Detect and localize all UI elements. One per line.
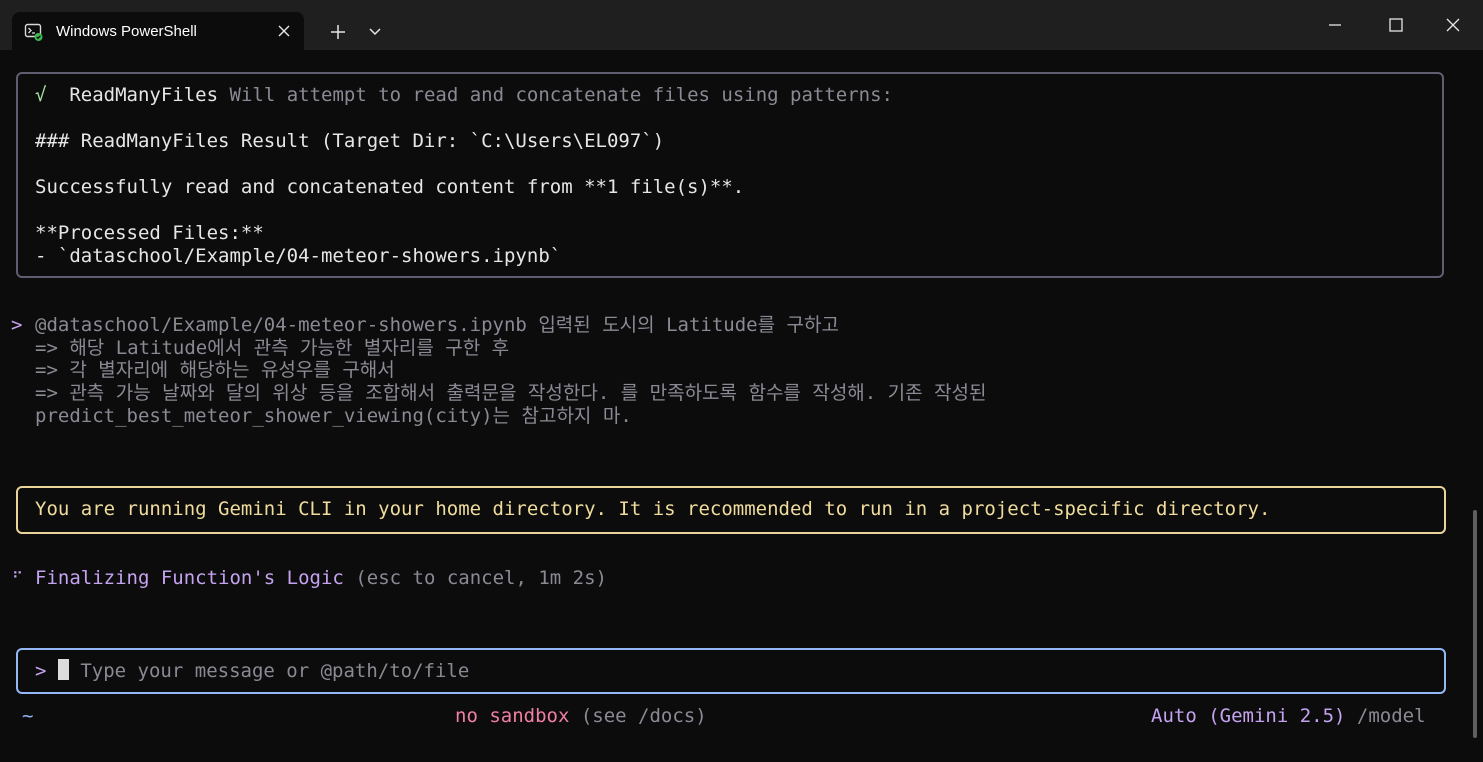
spinner-icon: ⠋ xyxy=(12,569,23,587)
user-prompt-line: => 해당 Latitude에서 관측 가능한 별자리를 구한 후 xyxy=(35,337,510,359)
message-input[interactable]: > Type your message or @path/to/file xyxy=(35,659,469,683)
result-heading: ### ReadManyFiles Result (Target Dir: `C… xyxy=(35,130,665,152)
user-prompt-line: @dataschool/Example/04-meteor-showers.ip… xyxy=(35,314,839,336)
close-window-icon[interactable] xyxy=(1438,10,1468,40)
terminal-area[interactable]: √ ReadManyFiles Will attempt to read and… xyxy=(0,50,1483,762)
text-cursor xyxy=(57,659,69,680)
prompt-marker: > xyxy=(11,314,23,336)
model-label: Auto (Gemini 2.5) xyxy=(1151,705,1346,727)
user-prompt-line: predict_best_meteor_shower_viewing(city)… xyxy=(35,405,632,427)
powershell-icon xyxy=(24,23,43,41)
tool-header-line: √ ReadManyFiles Will attempt to read and… xyxy=(35,84,893,107)
maximize-icon[interactable] xyxy=(1381,10,1411,40)
success-line: Successfully read and concatenated conte… xyxy=(35,176,745,198)
model-hint: /model xyxy=(1356,705,1426,727)
tab-title: Windows PowerShell xyxy=(56,23,197,40)
close-tab-icon[interactable] xyxy=(277,24,291,38)
model-status: Auto (Gemini 2.5) /model xyxy=(1151,705,1426,728)
user-prompt-line: => 각 별자리에 해당하는 유성우를 구해서 xyxy=(35,359,395,381)
check-icon: √ xyxy=(35,84,47,106)
cwd-indicator: ~ xyxy=(22,705,34,727)
sandbox-status: no sandbox (see /docs) xyxy=(455,705,707,728)
tab-windows-powershell[interactable]: Windows PowerShell xyxy=(12,12,304,50)
processed-file: - `dataschool/Example/04-meteor-showers.… xyxy=(35,245,562,267)
tool-name: ReadManyFiles xyxy=(69,84,219,106)
processed-label: **Processed Files:** xyxy=(35,222,264,244)
warning-text: You are running Gemini CLI in your home … xyxy=(35,498,1271,520)
tool-description: Will attempt to read and concatenate fil… xyxy=(229,84,893,106)
sandbox-hint: (see /docs) xyxy=(580,705,707,727)
minimize-icon[interactable] xyxy=(1320,10,1350,40)
new-tab-plus-icon[interactable] xyxy=(326,20,350,44)
input-placeholder: Type your message or @path/to/file xyxy=(80,660,470,682)
sandbox-label: no sandbox xyxy=(455,705,570,727)
user-prompt-line: => 관측 가능 날짜와 달의 위상 등을 조합해서 출력문을 작성한다. 를 … xyxy=(35,382,987,404)
chevron-down-icon[interactable] xyxy=(365,24,385,40)
title-bar: Windows PowerShell xyxy=(0,0,1483,50)
scrollbar-thumb[interactable] xyxy=(1473,510,1477,738)
status-label: Finalizing Function's Logic xyxy=(35,567,344,589)
status-hint: (esc to cancel, 1m 2s) xyxy=(355,567,607,589)
input-prompt-marker: > xyxy=(35,660,47,682)
status-line: Finalizing Function's Logic (esc to canc… xyxy=(35,567,607,590)
